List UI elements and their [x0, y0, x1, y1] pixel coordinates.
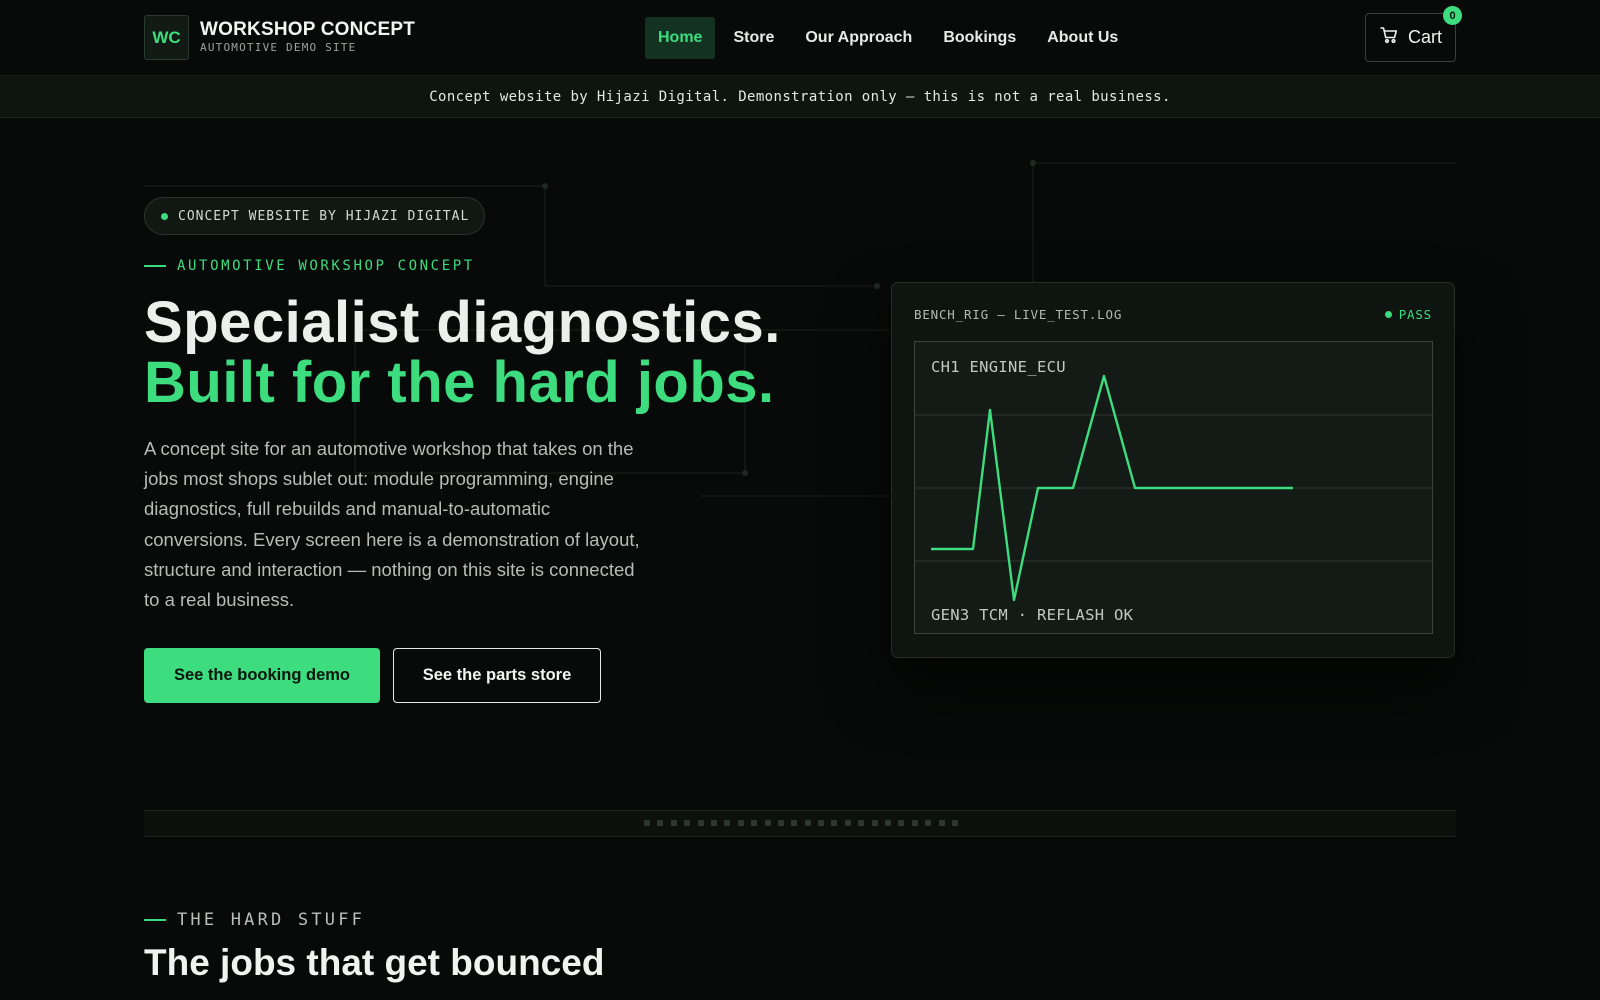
waveform-graphic — [915, 374, 1434, 602]
eyebrow-line — [144, 265, 166, 267]
parts-store-button[interactable]: See the parts store — [393, 648, 601, 703]
bench-rig-panel: BENCH_RIG — LIVE_TEST.LOG PASS CH1 ENGIN… — [891, 282, 1455, 658]
reflash-status-label: GEN3 TCM · REFLASH OK — [931, 606, 1134, 624]
nav-item-home[interactable]: Home — [645, 17, 716, 59]
logo-mark[interactable]: WC — [144, 15, 189, 60]
section-eyebrow: THE HARD STUFF — [144, 910, 365, 930]
site-header: WC WORKSHOP CONCEPT AUTOMOTIVE DEMO SITE… — [0, 0, 1600, 76]
section-title: The jobs that get bounced — [144, 942, 605, 983]
nav-item-store[interactable]: Store — [720, 17, 787, 59]
booking-demo-button[interactable]: See the booking demo — [144, 648, 380, 703]
cart-icon — [1379, 25, 1399, 50]
nav-item-our-approach[interactable]: Our Approach — [792, 17, 925, 59]
hero-eyebrow: AUTOMOTIVE WORKSHOP CONCEPT — [144, 258, 475, 274]
hero-headline-line1: Specialist diagnostics. — [144, 290, 781, 355]
brand-subtitle: AUTOMOTIVE DEMO SITE — [200, 41, 357, 54]
divider-dots — [644, 820, 958, 826]
hero-eyebrow-label: AUTOMOTIVE WORKSHOP CONCEPT — [177, 258, 475, 274]
section-eyebrow-label: THE HARD STUFF — [177, 910, 366, 930]
cart-button[interactable]: Cart — [1365, 13, 1456, 62]
demo-notice-bar: Concept website by Hijazi Digital. Demon… — [0, 76, 1600, 118]
nav-item-bookings[interactable]: Bookings — [930, 17, 1029, 59]
nav-item-about-us[interactable]: About Us — [1034, 17, 1131, 59]
panel-status-label: PASS — [1398, 307, 1432, 322]
main-nav: Home Store Our Approach Bookings About U… — [645, 17, 1136, 59]
panel-status: PASS — [1384, 307, 1432, 322]
eyebrow-line — [144, 919, 166, 921]
oscilloscope-screen: CH1 ENGINE_ECU GEN3 TCM · REFLASH OK — [914, 341, 1434, 634]
hero-lead-paragraph: A concept site for an automotive worksho… — [144, 438, 640, 611]
status-dot — [161, 212, 168, 220]
panel-title: BENCH_RIG — LIVE_TEST.LOG — [914, 307, 1123, 322]
concept-pill-label: CONCEPT WEBSITE BY HIJAZI DIGITAL — [178, 208, 470, 224]
brand-name[interactable]: WORKSHOP CONCEPT — [200, 19, 415, 41]
channel-label: CH1 ENGINE_ECU — [931, 358, 1066, 376]
cart-count-badge: 0 — [1443, 6, 1462, 25]
pass-dot — [1384, 311, 1392, 318]
cart-label: Cart — [1407, 27, 1442, 47]
concept-pill: CONCEPT WEBSITE BY HIJAZI DIGITAL — [144, 197, 486, 235]
hero-headline-line2: Built for the hard jobs. — [144, 350, 775, 415]
